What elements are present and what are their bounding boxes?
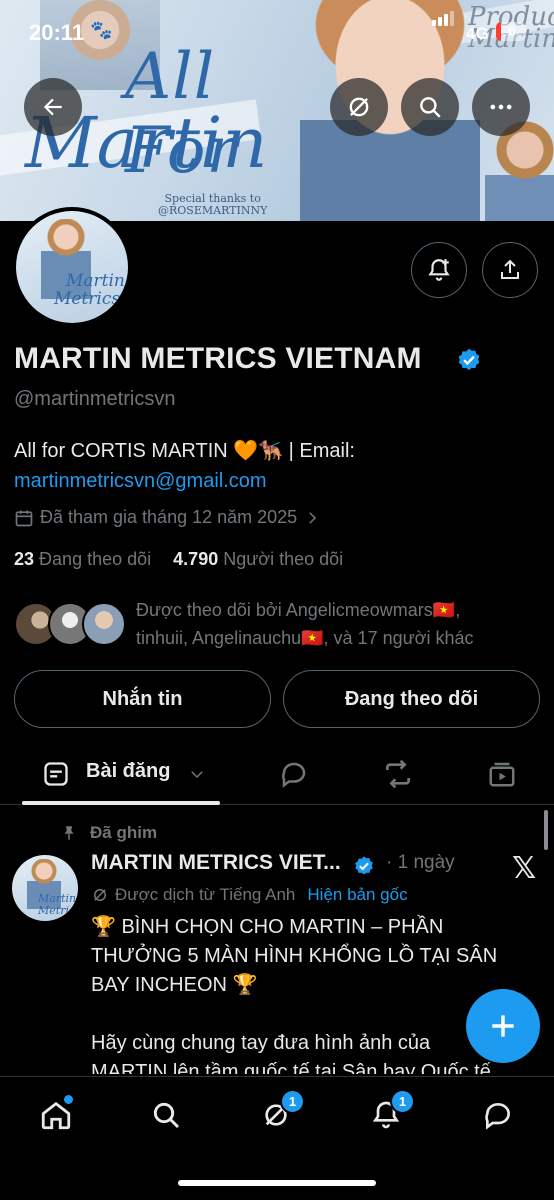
search-icon (420, 97, 441, 118)
followed-by-text: Được theo dõi bởi Angelicmeowmars🇻🇳, tin… (136, 596, 473, 652)
share-icon (501, 259, 519, 279)
tab-posts[interactable]: Bài đăng (22, 746, 220, 805)
grok-icon (94, 889, 106, 901)
more-icon (490, 104, 512, 110)
grok-button[interactable] (330, 78, 388, 136)
verified-badge-icon[interactable] (456, 347, 482, 373)
calendar-icon (15, 510, 33, 526)
joined-date[interactable]: Đã tham gia tháng 12 năm 2025 (14, 507, 321, 528)
posts-icon (44, 762, 68, 786)
banner-thanks: Special thanks to @ROSEMARTINNY (158, 193, 267, 217)
followers-link[interactable]: 4.790 Người theo dõi (173, 549, 343, 569)
network-type: 4G (466, 24, 489, 43)
chevron-right-icon (309, 511, 317, 524)
tab-posts-label: Bài đăng (86, 760, 171, 782)
banner-thanks-line2: @ROSEMARTINNY (158, 204, 268, 217)
tweet-line: 🏆 BÌNH CHỌN CHO MARTIN – PHẦN (91, 916, 444, 938)
follow-stats: 23 Đang theo dõi 4.790 Người theo dõi (14, 549, 343, 570)
tab-reposts[interactable] (380, 756, 416, 792)
show-original-link[interactable]: Hiện bản gốc (307, 885, 407, 905)
battery-icon: 6 (496, 22, 526, 41)
following-button[interactable]: Đang theo dõi (283, 670, 540, 728)
message-button[interactable]: Nhắn tin (14, 670, 271, 728)
more-button[interactable] (472, 78, 530, 136)
home-indicator (178, 1180, 376, 1186)
profile-name: MARTIN METRICS VIETNAM (14, 342, 422, 375)
notify-button[interactable] (411, 242, 467, 298)
pin-icon (64, 826, 74, 840)
repost-icon (386, 759, 410, 789)
followed-by-line1: Được theo dõi bởi Angelicmeowmars🇻🇳, (136, 600, 461, 620)
nav-notifications[interactable]: 1 (366, 1089, 415, 1135)
following-label: Đang theo dõi (39, 549, 152, 569)
joined-text: Đã tham gia tháng 12 năm 2025 (40, 507, 298, 527)
video-icon (489, 762, 515, 787)
notifications-badge: 1 (390, 1089, 415, 1114)
paw-icon: 🐾 (90, 20, 113, 40)
nav-messages[interactable] (478, 1095, 518, 1135)
tweet-time: · 1 ngày (386, 852, 455, 873)
share-button[interactable] (482, 242, 538, 298)
chevron-down-icon (191, 771, 203, 779)
tweet-body[interactable]: 🏆 BÌNH CHỌN CHO MARTIN – PHẦN THƯỞNG 5 M… (91, 913, 537, 1074)
follower-avatar (82, 602, 126, 646)
tab-indicator (22, 801, 220, 805)
profile-handle: @martinmetricsvn (14, 388, 176, 410)
following-count: 23 (14, 549, 35, 569)
bio-email-link[interactable]: martinmetricsvn@gmail.com (14, 466, 355, 496)
arrow-left-icon (43, 98, 62, 116)
pinned-text: Đã ghim (90, 823, 158, 842)
battery-level: 6 (508, 23, 516, 39)
translation-notice: Được dịch từ Tiếng Anh Hiện bản gốc (91, 885, 408, 905)
reply-icon (282, 762, 306, 788)
avatar-text: Martin Metrics (38, 892, 78, 917)
x-logo-icon: 𝕏 (512, 852, 537, 885)
verified-badge-icon (355, 856, 373, 875)
tweet-avatar[interactable]: Martin Metrics (12, 855, 78, 921)
followers-label: Người theo dõi (223, 549, 344, 569)
profile-bio: All for CORTIS MARTIN 🧡🐕‍🦺 | Email: mart… (14, 436, 355, 496)
profile-tabs: Bài đăng (0, 746, 554, 805)
nav-search[interactable] (146, 1095, 186, 1135)
new-posts-dot (64, 1095, 73, 1104)
translated-text: Được dịch từ Tiếng Anh (115, 885, 296, 904)
followers-count: 4.790 (173, 549, 219, 569)
scrollbar[interactable] (544, 810, 548, 850)
grok-icon (349, 97, 369, 117)
status-bar: 20:11 🐾 4G 6 (0, 0, 554, 64)
chat-icon (485, 1103, 511, 1130)
status-time: 20:11 (29, 20, 85, 45)
plus-icon (492, 1015, 514, 1037)
followed-by-line2: tinhuii, Angelinauchu🇻🇳, và 17 người khá… (136, 628, 474, 648)
grok-badge: 1 (280, 1089, 305, 1114)
tab-media[interactable] (484, 756, 520, 792)
pinned-label: Đã ghim (60, 823, 157, 843)
tweet-author[interactable]: MARTIN METRICS VIET... (91, 851, 341, 875)
back-button[interactable] (24, 78, 82, 136)
nav-grok[interactable]: 1 (256, 1089, 305, 1135)
following-link[interactable]: 23 Đang theo dõi (14, 549, 151, 569)
tweet-line: MARTIN lên tầm quốc tế tại Sân bay Quốc … (91, 1061, 491, 1074)
profile-avatar[interactable]: Martin Metrics (12, 207, 132, 327)
tweet-line: BAY INCHEON 🏆 (91, 974, 258, 996)
search-button[interactable] (401, 78, 459, 136)
avatar-text: Metrics (54, 289, 121, 309)
tweet-line: THƯỞNG 5 MÀN HÌNH KHỔNG LỒ TẠI SÂN (91, 945, 498, 967)
tab-replies[interactable] (276, 756, 312, 792)
compose-button[interactable] (466, 989, 540, 1063)
avatar-text: Martin (66, 271, 125, 291)
bio-text: All for CORTIS MARTIN 🧡🐕‍🦺 | Email: (14, 440, 355, 462)
search-icon (153, 1102, 180, 1129)
followed-by[interactable]: Được theo dõi bởi Angelicmeowmars🇻🇳, tin… (14, 596, 534, 652)
nav-home[interactable] (36, 1095, 76, 1135)
bell-plus-icon (428, 259, 450, 281)
